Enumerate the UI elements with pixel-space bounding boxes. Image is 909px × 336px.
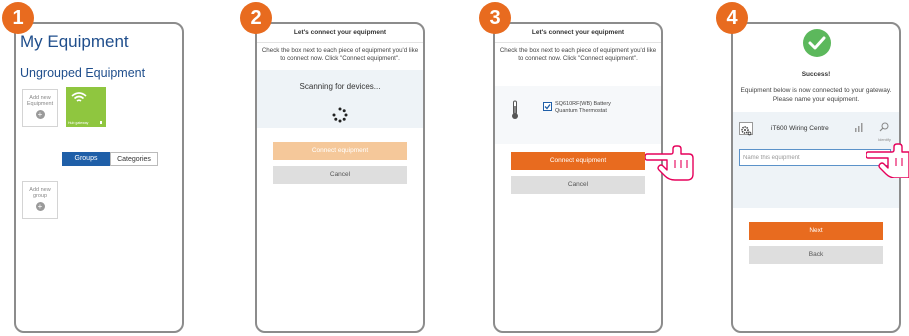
add-equipment-tile[interactable]: Add new Equipment +	[22, 89, 58, 127]
gear-icon	[739, 122, 753, 136]
hand-pointer-icon	[645, 145, 694, 181]
hand-pointer-icon	[866, 143, 909, 178]
thermometer-icon	[512, 100, 518, 119]
plus-icon: +	[35, 202, 45, 211]
battery-icon	[100, 121, 102, 124]
page-title: My Equipment	[20, 32, 129, 51]
screen-header: Let's connect your equipment	[495, 24, 661, 43]
instructions-text: Check the box next to each piece of equi…	[499, 47, 657, 62]
step-badge-1: 1	[2, 2, 34, 34]
cancel-button[interactable]: Cancel	[273, 166, 407, 184]
scanning-text: Scanning for devices...	[299, 82, 381, 91]
tab-groups[interactable]: Groups	[62, 152, 110, 166]
plus-icon: +	[35, 110, 45, 119]
device-row[interactable]: SQ610RF(WB) Battery Quantum Thermostat	[495, 86, 661, 144]
success-check-icon	[803, 29, 831, 57]
add-group-tile[interactable]: Add new group +	[22, 181, 58, 219]
success-message: Equipment below is now connected to your…	[740, 87, 892, 103]
section-title-ungrouped: Ungrouped Equipment	[20, 66, 146, 80]
cancel-button[interactable]: Cancel	[511, 176, 645, 194]
step-badge-3: 3	[479, 2, 511, 34]
signal-icon	[855, 123, 863, 132]
success-title: Success!	[801, 71, 831, 78]
device-tile-gateway[interactable]: Hub gateway	[66, 87, 106, 127]
phone-screen-select-device: Let's connect your equipment Check the b…	[493, 22, 663, 333]
check-icon	[544, 104, 551, 110]
phone-screen-scanning: Let's connect your equipment Check the b…	[255, 22, 425, 333]
device-name: iT600 Wiring Centre	[771, 125, 829, 132]
device-name: SQ610RF(WB) Battery Quantum Thermostat	[555, 101, 611, 114]
next-button[interactable]: Next	[749, 222, 883, 240]
add-equipment-label: Add new Equipment	[26, 95, 54, 107]
search-icon	[880, 122, 889, 132]
add-group-label: Add new group	[29, 187, 51, 199]
step-badge-4: 4	[716, 2, 748, 34]
scan-area: Scanning for devices...	[257, 70, 423, 128]
screen-header: Let's connect your equipment	[257, 24, 423, 43]
tab-categories[interactable]: Categories	[110, 152, 158, 166]
device-caption: Hub gateway	[68, 121, 89, 125]
phone-screen-my-equipment: My Equipment Ungrouped Equipment Add new…	[14, 22, 184, 333]
device-checkbox[interactable]	[543, 102, 552, 111]
connect-equipment-button[interactable]: Connect equipment	[511, 152, 645, 170]
step-badge-2: 2	[240, 2, 272, 34]
wifi-icon	[71, 92, 87, 102]
connect-equipment-button[interactable]: Connect equipment	[273, 142, 407, 160]
back-button[interactable]: Back	[749, 246, 883, 264]
instructions-text: Check the box next to each piece of equi…	[261, 47, 419, 62]
spinner-icon	[332, 107, 348, 123]
